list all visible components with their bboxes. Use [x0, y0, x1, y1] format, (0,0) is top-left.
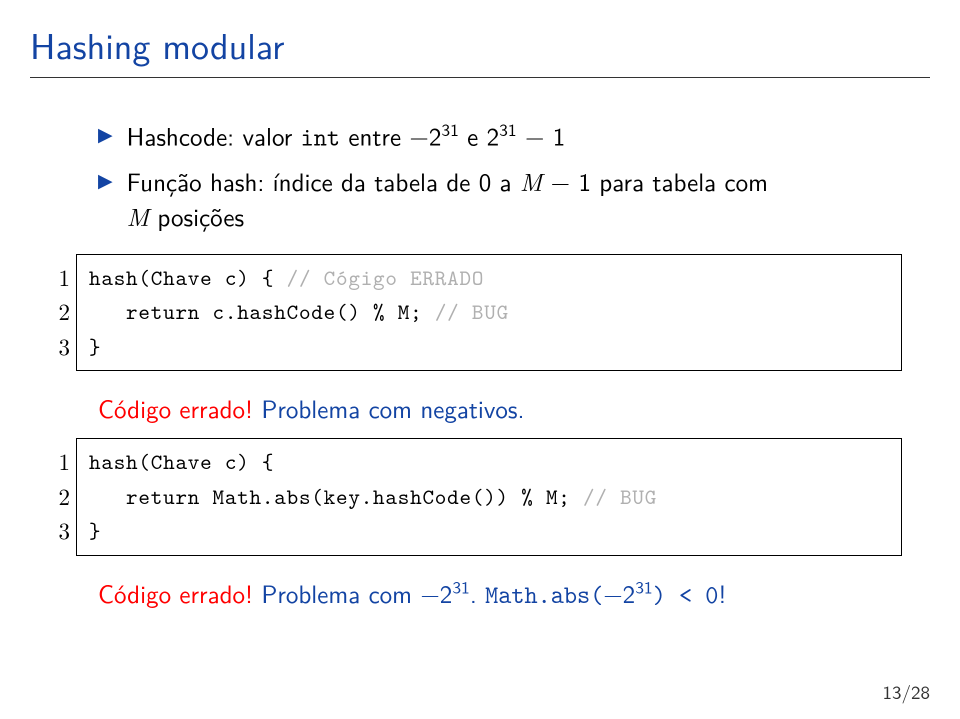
p1-rest: Problema com negativos.: [253, 389, 524, 426]
lineno: 1: [52, 260, 70, 295]
page-title: Hashing modular: [30, 18, 930, 71]
b1-post-b: − 1: [517, 116, 566, 153]
p2-rest-a: Problema com −2: [253, 574, 452, 611]
code-block-1: 1 2 3 hash(Chave c) { // Cógigo ERRADO r…: [52, 254, 902, 372]
code-block-2: 1 2 3 hash(Chave c) { return Math.abs(ke…: [52, 438, 902, 556]
p2-sup1: 31: [452, 574, 470, 599]
lineno: 2: [52, 294, 70, 329]
b1-tt: int: [301, 120, 340, 153]
c1l2a: return c.hashCode() % M;: [89, 297, 435, 326]
b1-mid: e 2: [459, 116, 499, 153]
b2-post: posições: [149, 197, 244, 234]
b2-mid: − 1 para tabela com: [542, 162, 768, 199]
c2l2b: // BUG: [583, 482, 657, 511]
c1l1b: // Cógigo ERRADO: [287, 263, 485, 292]
b2-it2: M: [127, 199, 149, 234]
bullet-list: ▶ Hashcode: valor int entre −231 e 231 −…: [98, 118, 930, 234]
lineno: 2: [52, 479, 70, 514]
lineno: 1: [52, 444, 70, 479]
lineno: 3: [52, 513, 70, 548]
c1l2b: // BUG: [435, 297, 509, 326]
bullet-2: ▶ Função hash: índice da tabela de 0 a M…: [98, 164, 930, 234]
p1-red: Código errado!: [98, 389, 253, 426]
line-numbers-2: 1 2 3: [52, 438, 76, 556]
p2-tt-b: ) < 0: [653, 578, 719, 611]
b2-pre: Função hash: índice da tabela de 0 a: [127, 162, 520, 199]
p2-tt-a: Math.abs(: [485, 578, 603, 611]
b1-post-a: entre −2: [340, 116, 441, 153]
title-rule: [30, 77, 930, 78]
c1l1a: hash(Chave c) {: [89, 263, 287, 292]
p2-rest-b: .: [470, 574, 485, 611]
c2l1: hash(Chave c) {: [89, 447, 274, 476]
p2-tt-mid: −2: [603, 574, 635, 611]
b2-it1: M: [520, 164, 542, 199]
lineno: 3: [52, 329, 70, 364]
bullet-marker-icon: ▶: [98, 118, 113, 148]
c2l3: }: [89, 516, 101, 545]
line-numbers-1: 1 2 3: [52, 254, 76, 372]
p2-rest-c: !: [718, 574, 726, 611]
p2-red: Código errado!: [98, 574, 253, 611]
bullet-marker-icon: ▶: [98, 164, 113, 194]
bullet-1: ▶ Hashcode: valor int entre −231 e 231 −…: [98, 118, 930, 154]
b1-sup1: 31: [441, 117, 459, 142]
para-1: Código errado! Problema com negativos.: [98, 389, 900, 426]
c2l2a: return Math.abs(key.hashCode()) % M;: [89, 482, 583, 511]
b1-pre: Hashcode: valor: [127, 116, 301, 153]
code-1-content: hash(Chave c) { // Cógigo ERRADO return …: [76, 254, 902, 372]
p2-tt-sup: 31: [635, 574, 653, 599]
c1l3: }: [89, 332, 101, 361]
code-2-content: hash(Chave c) { return Math.abs(key.hash…: [76, 438, 902, 556]
page-number: 13/28: [882, 677, 930, 705]
b1-sup2: 31: [499, 117, 517, 142]
para-2: Código errado! Problema com −231. Math.a…: [98, 574, 900, 611]
